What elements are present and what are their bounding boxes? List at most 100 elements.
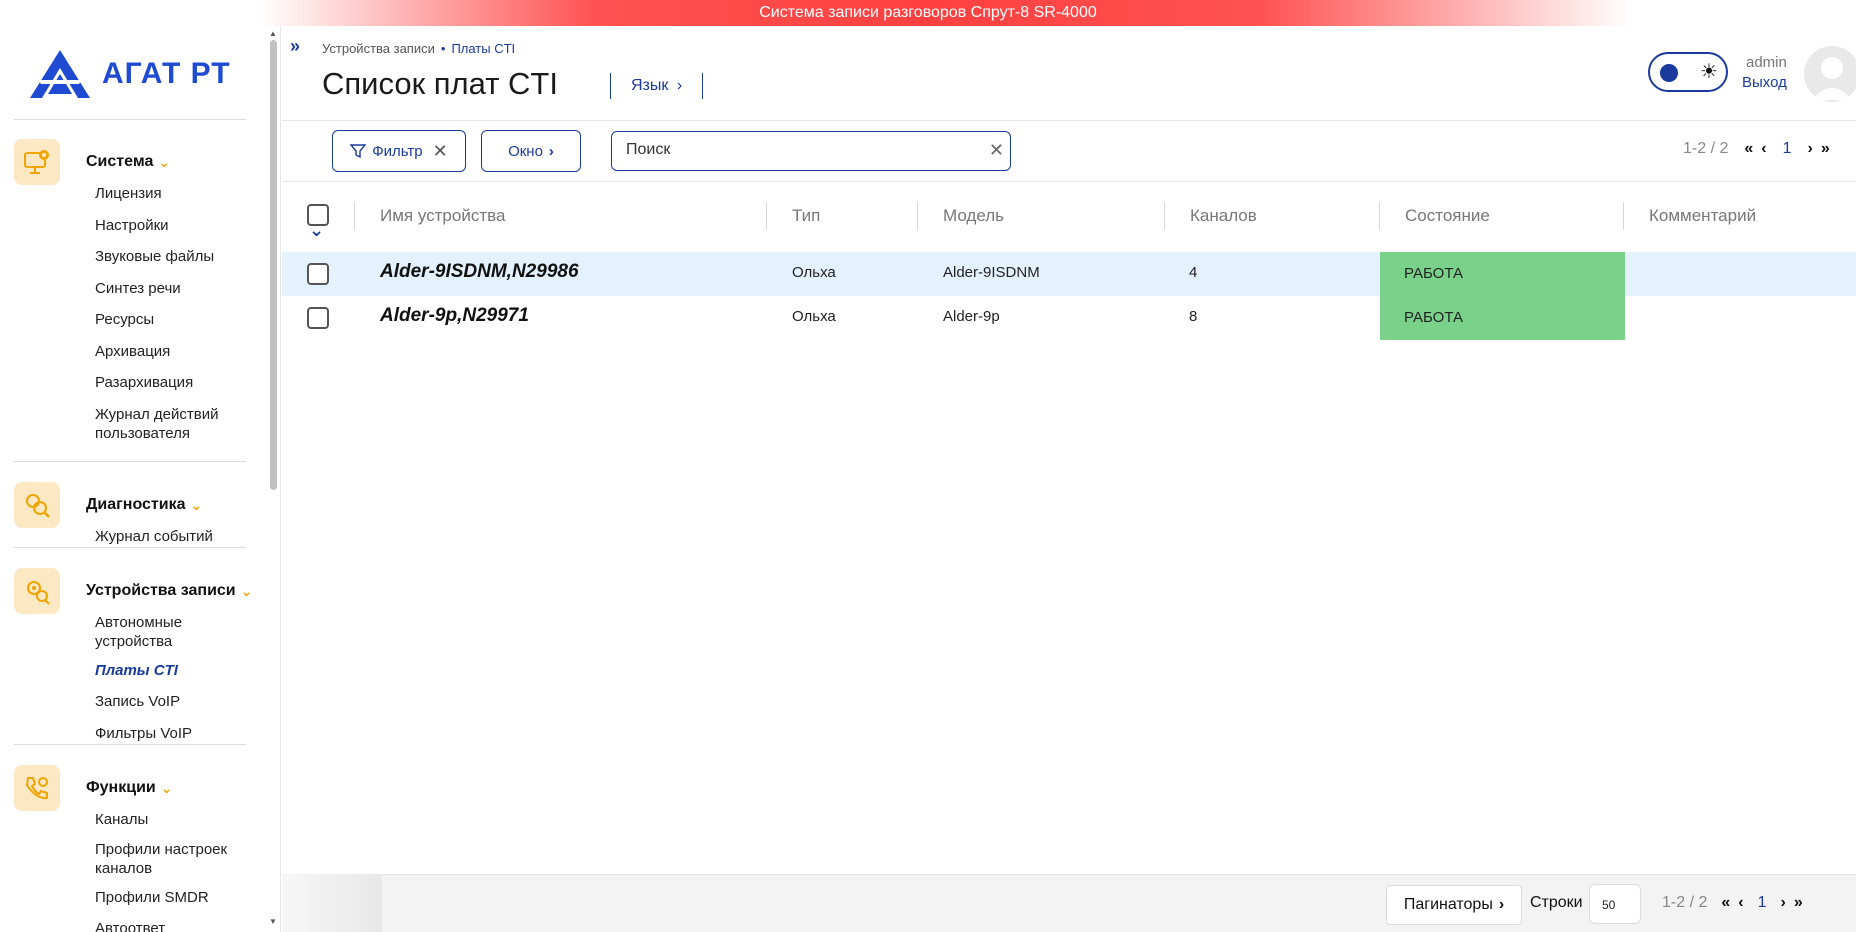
sidebar-item-voip-filters[interactable]: Фильтры VoIP <box>95 724 245 743</box>
sidebar-divider <box>14 547 246 548</box>
sidebar-item-user-actions-log[interactable]: Журнал действий пользователя <box>95 405 235 443</box>
device-name[interactable]: Alder-9ISDNM,N29986 <box>380 261 579 283</box>
sidebar-item-smdr-profiles[interactable]: Профили SMDR <box>95 888 245 907</box>
breadcrumb-parent[interactable]: Устройства записи <box>322 41 435 56</box>
paginators-button[interactable]: Пагинаторы › <box>1386 885 1522 925</box>
column-header-state[interactable]: Состояние <box>1405 206 1490 226</box>
sidebar-item-autoanswer[interactable]: Автоответ <box>95 919 245 932</box>
breadcrumb-separator: • <box>440 41 446 56</box>
breadcrumb-current: Платы CTI <box>451 41 516 56</box>
device-name[interactable]: Alder-9p,N29971 <box>380 305 529 327</box>
expand-sidebar-icon[interactable]: » <box>290 36 300 57</box>
table-row[interactable]: Alder-9p,N29971 Ольха Alder-9p 8 РАБОТА <box>282 296 1856 340</box>
sidebar-group-title: Устройства записи <box>86 582 236 599</box>
search-input[interactable] <box>626 141 976 159</box>
next-page-icon[interactable]: › <box>1781 894 1786 912</box>
sidebar: АГАТ РТ Система ⌄ Лицензия Настройки Зву… <box>0 26 268 932</box>
toggle-knob <box>1660 64 1678 82</box>
rows-per-page-input[interactable]: 50 <box>1589 884 1641 924</box>
pager-top: 1-2 / 2 « ‹ 1 › » <box>1683 140 1830 158</box>
sidebar-item-sound-files[interactable]: Звуковые файлы <box>95 247 245 266</box>
footer-left-panel <box>282 874 382 932</box>
recording-devices-icon <box>14 568 60 614</box>
next-page-icon[interactable]: › <box>1808 140 1813 158</box>
column-divider <box>1379 202 1380 230</box>
sidebar-item-settings[interactable]: Настройки <box>95 216 245 235</box>
sidebar-item-channels[interactable]: Каналы <box>95 810 245 829</box>
column-header-type[interactable]: Тип <box>792 206 820 226</box>
user-name: admin <box>1746 54 1787 71</box>
sidebar-item-speech-synthesis[interactable]: Синтез речи <box>95 279 245 298</box>
pager-range: 1-2 / 2 <box>1683 140 1729 157</box>
sidebar-item-license[interactable]: Лицензия <box>95 184 245 203</box>
filter-button[interactable]: Фильтр ✕ <box>332 130 466 172</box>
first-page-icon[interactable]: « <box>1721 894 1730 912</box>
scroll-down-icon[interactable]: ▼ <box>269 917 277 926</box>
chevron-right-icon: › <box>1498 896 1505 913</box>
window-button[interactable]: Окно › <box>481 130 581 172</box>
current-page[interactable]: 1 <box>1783 140 1792 158</box>
device-channels: 4 <box>1189 264 1198 281</box>
prev-page-icon[interactable]: ‹ <box>1761 140 1766 158</box>
device-type: Ольха <box>792 308 836 325</box>
sidebar-item-unarchiving[interactable]: Разархивация <box>95 373 245 392</box>
header-divider <box>282 120 1856 121</box>
sidebar-item-voip-recording[interactable]: Запись VoIP <box>95 692 245 711</box>
prev-page-icon[interactable]: ‹ <box>1738 894 1743 912</box>
sidebar-border <box>280 26 281 932</box>
sidebar-item-event-log[interactable]: Журнал событий <box>95 527 245 546</box>
column-header-device-name[interactable]: Имя устройства <box>380 206 505 226</box>
sidebar-item-channel-profiles[interactable]: Профили настроек каналов <box>95 840 235 878</box>
column-divider <box>1164 202 1165 230</box>
first-page-icon[interactable]: « <box>1744 140 1753 158</box>
device-model: Alder-9ISDNM <box>943 264 1040 281</box>
pager-range: 1-2 / 2 <box>1662 894 1708 911</box>
logout-link[interactable]: Выход <box>1742 74 1787 91</box>
chevron-down-icon[interactable]: ⌄ <box>309 220 324 241</box>
user-avatar-icon <box>1812 57 1852 100</box>
chevron-right-icon: › <box>548 142 554 160</box>
last-page-icon[interactable]: » <box>1794 894 1803 912</box>
language-button[interactable]: Язык › <box>610 73 704 99</box>
sidebar-divider <box>14 119 246 120</box>
current-page[interactable]: 1 <box>1758 894 1767 912</box>
sidebar-divider <box>14 461 246 462</box>
column-header-channels[interactable]: Каналов <box>1190 206 1257 226</box>
sidebar-item-archiving[interactable]: Архивация <box>95 342 245 361</box>
sidebar-group-diagnostics[interactable]: Диагностика ⌄ <box>14 482 202 528</box>
logo-mark-icon <box>30 50 90 98</box>
avatar[interactable] <box>1804 46 1856 102</box>
sidebar-item-autonomous-devices[interactable]: Автономные устройства <box>95 613 235 651</box>
status-badge: РАБОТА <box>1380 252 1625 296</box>
app-banner: Система записи разговоров Спрут-8 SR-400… <box>0 0 1856 26</box>
row-checkbox[interactable] <box>307 307 329 329</box>
chevron-down-icon: ⌄ <box>158 153 171 170</box>
sidebar-group-system[interactable]: Система ⌄ <box>14 139 170 185</box>
sun-icon: ☀ <box>1700 61 1718 83</box>
table-row[interactable]: Alder-9ISDNM,N29986 Ольха Alder-9ISDNM 4… <box>282 252 1856 296</box>
column-header-model[interactable]: Модель <box>943 206 1004 226</box>
column-divider <box>766 202 767 230</box>
chevron-down-icon: ⌄ <box>240 582 253 599</box>
column-header-comment[interactable]: Комментарий <box>1649 206 1756 226</box>
clear-search-icon[interactable]: ✕ <box>989 140 1004 161</box>
status-badge: РАБОТА <box>1380 296 1625 340</box>
pager-bottom: 1-2 / 2 « ‹ 1 › » <box>1662 894 1803 912</box>
theme-toggle[interactable]: ☀ <box>1648 52 1728 92</box>
toolbar-divider <box>282 181 1856 182</box>
sidebar-group-title: Диагностика <box>86 496 186 513</box>
rows-label: Строки <box>1530 894 1583 911</box>
sidebar-divider <box>14 744 246 745</box>
row-checkbox[interactable] <box>307 263 329 285</box>
last-page-icon[interactable]: » <box>1821 140 1830 158</box>
search-field[interactable]: ✕ <box>611 131 1011 171</box>
sidebar-group-recording-devices[interactable]: Устройства записи ⌄ <box>14 568 252 614</box>
sidebar-group-functions[interactable]: Функции ⌄ <box>14 765 172 811</box>
device-type: Ольха <box>792 264 836 281</box>
sidebar-item-cti-boards[interactable]: Платы CTI <box>95 661 245 680</box>
sidebar-scrollbar[interactable] <box>270 40 277 490</box>
scroll-up-icon[interactable]: ▲ <box>269 29 277 38</box>
sidebar-item-resources[interactable]: Ресурсы <box>95 310 245 329</box>
chevron-right-icon: › <box>676 77 683 94</box>
clear-filter-icon[interactable]: ✕ <box>433 141 448 162</box>
